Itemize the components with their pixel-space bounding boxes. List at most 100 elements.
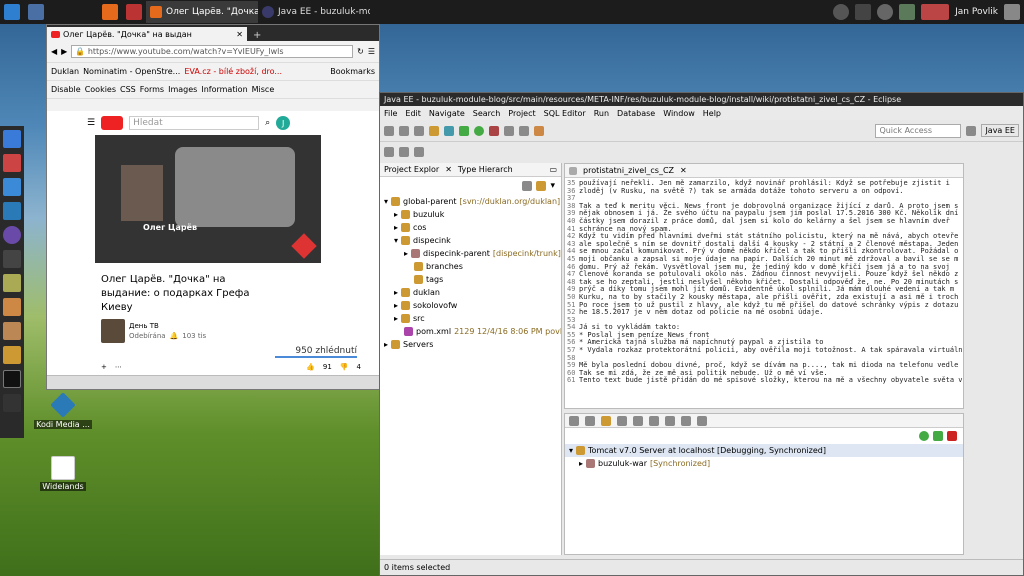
quick-access-input[interactable]: Quick Access — [875, 123, 962, 138]
user-name[interactable]: Jan Povlik — [955, 7, 998, 17]
tree-item[interactable]: branches — [384, 260, 561, 273]
tree-item[interactable]: ▸ Servers — [384, 338, 561, 351]
debug-server-icon[interactable] — [919, 431, 929, 441]
tree-item[interactable]: ▸ dispecink-parent [dispecink/trunk] — [384, 247, 561, 260]
url-bar[interactable]: 🔒 https://www.youtube.com/watch?v=YvIEUF… — [71, 45, 354, 58]
devtool-disable[interactable]: Disable — [51, 85, 81, 94]
app-icon[interactable] — [3, 394, 21, 412]
webcam-icon[interactable] — [833, 4, 850, 20]
horizontal-scrollbar[interactable] — [47, 375, 379, 389]
desktop-button[interactable] — [24, 1, 48, 23]
java-ee-perspective[interactable]: Java EE — [981, 124, 1019, 137]
volume-icon[interactable] — [1004, 4, 1020, 20]
properties-icon[interactable] — [585, 415, 595, 426]
menu-window[interactable]: Window — [663, 109, 695, 118]
menu-project[interactable]: Project — [508, 109, 535, 118]
data-source-icon[interactable] — [617, 415, 627, 426]
code-area[interactable]: 35 používají neřekli. Jen mě zamarzilo, k… — [565, 178, 963, 387]
search-icon[interactable]: ⌕ — [265, 118, 270, 128]
devtool-forms[interactable]: Forms — [140, 85, 164, 94]
subscribe-button[interactable]: Odebírána — [129, 332, 166, 340]
reload-icon[interactable]: ↻ — [357, 47, 364, 56]
taskbar-window-firefox[interactable]: Олег Царёв. "Дочка" на ... — [146, 1, 258, 23]
quicklaunch-app[interactable] — [122, 1, 146, 23]
search-icon[interactable] — [534, 125, 544, 136]
new-icon[interactable] — [384, 125, 394, 136]
debug-icon[interactable] — [459, 125, 469, 136]
menu-navigate[interactable]: Navigate — [429, 109, 465, 118]
menu-search[interactable]: Search — [473, 109, 500, 118]
new-tab-button[interactable]: + — [247, 30, 267, 41]
tree-item[interactable]: ▸ sokolovofw — [384, 299, 561, 312]
run-icon[interactable] — [474, 125, 484, 136]
link-editor-icon[interactable] — [536, 181, 547, 191]
youtube-logo-icon[interactable] — [101, 116, 124, 130]
bell-icon[interactable]: 🔔 — [170, 332, 179, 340]
open-perspective-icon[interactable] — [966, 125, 977, 136]
terminal-icon[interactable] — [3, 370, 21, 388]
settings-icon[interactable] — [3, 130, 21, 148]
code-line[interactable]: 61 Tento text bude jistě přidán do mé spi… — [567, 377, 963, 385]
back-icon[interactable]: ◀ — [51, 47, 57, 56]
close-icon[interactable]: ✕ — [445, 165, 452, 174]
devtool-information[interactable]: Information — [201, 85, 247, 94]
edit-icon[interactable] — [414, 147, 424, 157]
channel-name[interactable]: День ТВ — [129, 322, 206, 330]
avatar[interactable]: J — [276, 116, 291, 130]
devtool-images[interactable]: Images — [168, 85, 197, 94]
problems-icon[interactable] — [649, 415, 659, 426]
junit-icon[interactable] — [697, 415, 707, 426]
tab-type-hierarchy[interactable]: Type Hierarch — [458, 165, 513, 174]
view-menu-icon[interactable]: ▾ — [550, 181, 555, 191]
taskbar-window-eclipse[interactable]: Java EE - buzuluk-modul... — [258, 1, 370, 23]
start-server-icon[interactable] — [933, 431, 943, 441]
code-line[interactable]: 36 zloděj (v Rusku, na světě ?) tak se ar… — [567, 187, 961, 196]
devtool-css[interactable]: CSS — [120, 85, 136, 94]
code-line[interactable]: 57 * Vydala rozkaz protektorátní policii,… — [567, 346, 963, 355]
close-tab-icon[interactable]: ✕ — [236, 30, 243, 39]
folder-icon[interactable] — [3, 274, 21, 292]
tree-item[interactable]: ▾ dispecink — [384, 234, 561, 247]
tree-item[interactable]: ▸ cos — [384, 221, 561, 234]
app-icon[interactable] — [3, 154, 21, 172]
menu-help[interactable]: Help — [703, 109, 721, 118]
monitor-icon[interactable] — [3, 178, 21, 196]
tree-item[interactable]: tags — [384, 273, 561, 286]
forward-icon[interactable] — [399, 147, 409, 157]
save-icon[interactable] — [399, 125, 409, 136]
editor-tab[interactable]: protistatni_zivel_cs_CZ — [583, 166, 674, 175]
code-line[interactable]: 52 he 18.5.2017 je v něm dotaz od policie… — [567, 308, 961, 317]
channel-avatar[interactable] — [101, 319, 125, 343]
desktop-icon-widelands[interactable]: Widelands — [33, 456, 93, 491]
search-icon[interactable] — [681, 415, 691, 426]
server-icon[interactable] — [429, 125, 439, 136]
hamburger-icon[interactable]: ☰ — [87, 118, 95, 128]
app-icon[interactable] — [3, 226, 21, 244]
snippets-icon[interactable] — [633, 415, 643, 426]
video-icon[interactable] — [3, 250, 21, 268]
markers-icon[interactable] — [569, 415, 579, 426]
menu-edit[interactable]: Edit — [405, 109, 421, 118]
desktop-icon-kodi[interactable]: Kodi Media ... — [33, 392, 93, 429]
package-icon[interactable] — [3, 346, 21, 364]
quicklaunch-firefox[interactable] — [98, 1, 122, 23]
tree-item[interactable]: ▸ buzuluk — [384, 208, 561, 221]
start-menu-button[interactable] — [0, 1, 24, 23]
cpu-monitor-icon[interactable] — [855, 4, 872, 20]
network-icon[interactable] — [899, 4, 916, 20]
bookmark-duklan[interactable]: Duklan — [51, 67, 79, 76]
menu-icon[interactable]: ☰ — [368, 47, 375, 56]
menu-sql-editor[interactable]: SQL Editor — [544, 109, 586, 118]
devtool-misc[interactable]: Misce — [252, 85, 275, 94]
stop-server-icon[interactable] — [947, 431, 957, 441]
us-flag-icon[interactable] — [921, 4, 950, 20]
clock-icon[interactable] — [877, 4, 894, 20]
tree-item[interactable]: ▸ src — [384, 312, 561, 325]
servers-icon[interactable] — [601, 415, 611, 426]
kodi-icon[interactable] — [3, 202, 21, 220]
app-icon[interactable] — [3, 298, 21, 316]
open-type-icon[interactable] — [519, 125, 529, 136]
collapse-all-icon[interactable] — [522, 181, 533, 191]
tree-item[interactable]: pom.xml2129 12/4/16 8:06 PM povlik3 — [384, 325, 561, 338]
menu-run[interactable]: Run — [594, 109, 609, 118]
